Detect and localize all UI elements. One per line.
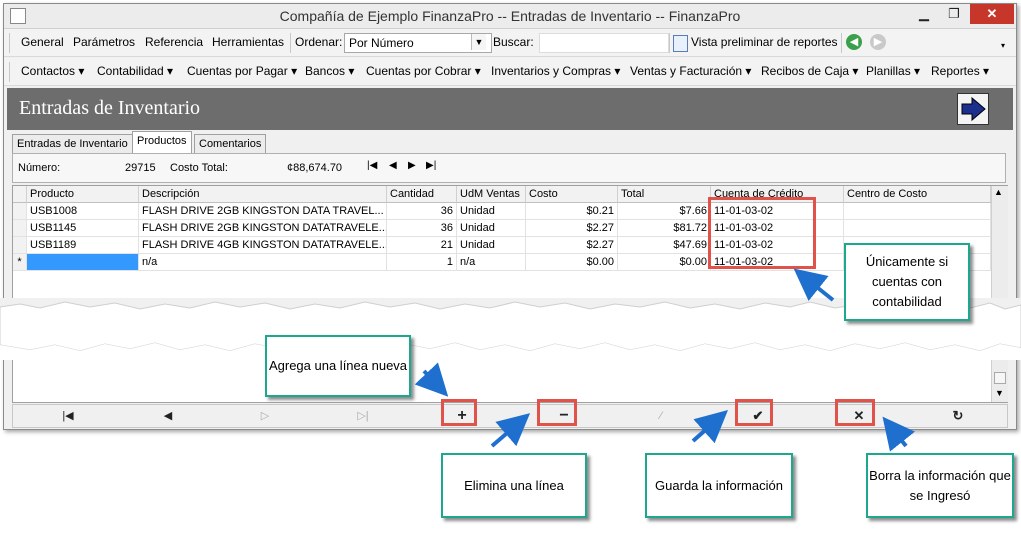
arrow-to-credit-account bbox=[793, 268, 835, 302]
arrow-to-cancel bbox=[882, 416, 915, 452]
arrow-to-save bbox=[691, 410, 728, 444]
annotation-arrows bbox=[414, 268, 915, 452]
arrow-to-delete-row bbox=[490, 413, 531, 448]
arrow-to-add-row bbox=[414, 362, 449, 397]
